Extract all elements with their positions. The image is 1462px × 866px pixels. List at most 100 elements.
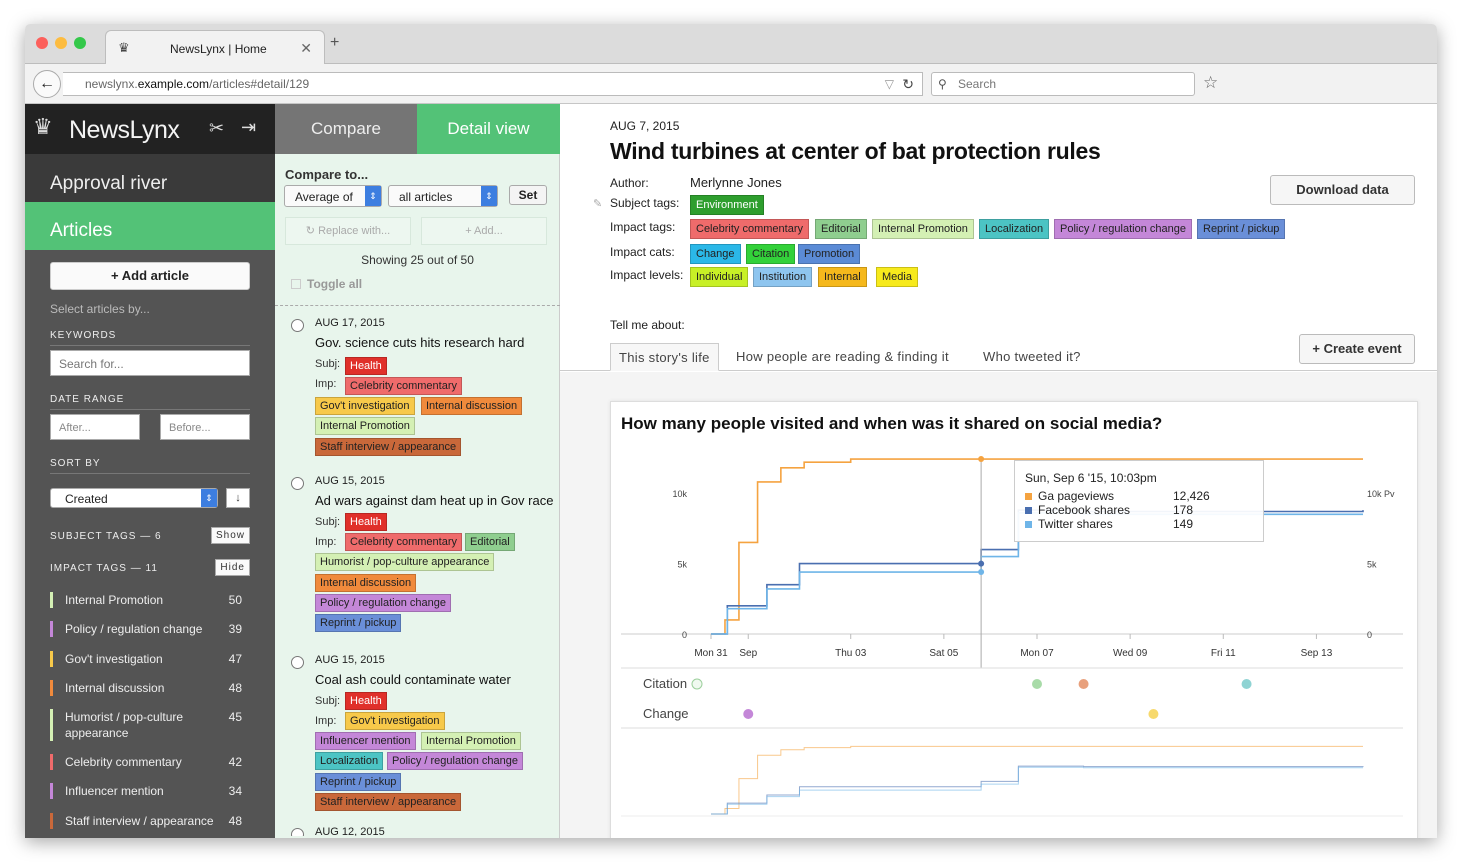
- tab-compare[interactable]: Compare: [275, 104, 417, 154]
- download-data-button[interactable]: Download data: [1270, 175, 1415, 205]
- impact-tag[interactable]: Celebrity commentary: [690, 219, 809, 239]
- subject-tag[interactable]: Health: [345, 357, 387, 375]
- nav-approval-river[interactable]: Approval river: [25, 154, 275, 202]
- browser-tab[interactable]: ♛ NewsLynx | Home ✕: [105, 30, 325, 64]
- impact-tag[interactable]: Staff interview / appearance: [315, 793, 462, 811]
- impact-tag[interactable]: Internal discussion: [421, 397, 523, 415]
- impact-tag-facet[interactable]: Internal discussion 48: [50, 680, 250, 696]
- date-after-input[interactable]: After...: [50, 414, 140, 440]
- tooltip-title: Sun, Sep 6 '15, 10:03pm: [1025, 471, 1157, 485]
- impact-level-tag[interactable]: Media: [876, 267, 918, 287]
- toggle-all-checkbox[interactable]: Toggle all: [291, 277, 362, 291]
- impact-tag[interactable]: Reprint / pickup: [315, 773, 402, 791]
- impact-tag[interactable]: Internal discussion: [315, 574, 417, 592]
- settings-tools-icon[interactable]: ✂: [209, 118, 224, 139]
- impact-tag[interactable]: Gov't investigation: [315, 397, 415, 415]
- impact-cat-tag[interactable]: Change: [690, 244, 741, 264]
- bookmark-star-icon[interactable]: ☆: [1203, 73, 1218, 93]
- tab-detail-view[interactable]: Detail view: [417, 104, 560, 154]
- impact-tag[interactable]: Editorial: [815, 219, 867, 239]
- article-item[interactable]: AUG 15, 2015 Coal ash could contaminate w…: [275, 654, 560, 811]
- browser-search-input[interactable]: ⚲ Search: [931, 72, 1195, 96]
- new-tab-icon[interactable]: +: [330, 34, 339, 52]
- impact-tag-facet[interactable]: Gov't investigation 47: [50, 651, 250, 667]
- impact-tag-facet[interactable]: Policy / regulation change 39: [50, 621, 242, 637]
- impact-tag-facet[interactable]: Internal Promotion 50: [50, 592, 250, 608]
- impact-tag[interactable]: Internal Promotion: [315, 417, 415, 435]
- impact-tag[interactable]: Policy / regulation change: [315, 594, 451, 612]
- maximize-window-button[interactable]: [74, 37, 86, 49]
- impact-tag[interactable]: Internal Promotion: [421, 732, 521, 750]
- impact-tag[interactable]: Celebrity commentary: [345, 533, 462, 551]
- tab-story-life[interactable]: This story's life: [610, 343, 719, 371]
- impact-tag-facet[interactable]: Staff interview / appearance 48: [50, 813, 242, 829]
- impact-tag[interactable]: Editorial: [465, 533, 515, 551]
- impact-level-tag[interactable]: Institution: [753, 267, 813, 287]
- impact-level-tag[interactable]: Individual: [690, 267, 749, 287]
- impact-level-tag[interactable]: Internal: [818, 267, 867, 287]
- logout-icon[interactable]: ⇥: [241, 117, 256, 138]
- compare-set-select[interactable]: all articles ⇕: [388, 185, 498, 207]
- subject-tag[interactable]: Health: [345, 692, 387, 710]
- select-radio[interactable]: [291, 828, 304, 836]
- impact-tag[interactable]: Internal Promotion: [872, 219, 974, 239]
- impact-tag[interactable]: Staff interview / appearance: [315, 438, 462, 456]
- impact-tag-facet[interactable]: Influencer mention 34: [50, 783, 250, 799]
- impact-tag[interactable]: Policy / regulation change: [1054, 219, 1192, 239]
- sort-select[interactable]: Created ⇕: [50, 488, 218, 508]
- keyword-search-input[interactable]: Search for...: [50, 350, 250, 376]
- create-event-button[interactable]: + Create event: [1299, 334, 1415, 364]
- tab-title: NewsLynx | Home: [170, 42, 267, 56]
- edit-pencil-icon[interactable]: ✎: [593, 197, 602, 210]
- brand-header: ♛ NewsLynx ✂ ⇥: [25, 104, 275, 154]
- article-item[interactable]: AUG 17, 2015 Gov. science cuts hits resea…: [275, 317, 560, 467]
- impact-tag[interactable]: Localization: [979, 219, 1050, 239]
- set-button[interactable]: Set: [509, 185, 547, 205]
- impact-tag[interactable]: Policy / regulation change: [387, 752, 523, 770]
- subject-tags-show-button[interactable]: Show: [210, 527, 250, 544]
- replace-with-button[interactable]: ↻ Replace with...: [285, 217, 411, 245]
- sort-direction-button[interactable]: ↓: [226, 488, 250, 508]
- tab-reading-finding[interactable]: How people are reading & finding it: [728, 343, 957, 371]
- impact-tag[interactable]: Celebrity commentary: [345, 377, 462, 395]
- nav-articles[interactable]: Articles: [25, 202, 275, 250]
- close-tab-icon[interactable]: ✕: [300, 40, 312, 57]
- impact-tags-hide-button[interactable]: Hide: [215, 559, 250, 576]
- date-before-input[interactable]: Before...: [160, 414, 250, 440]
- browser-tabbar: ♛ NewsLynx | Home ✕ +: [25, 24, 1437, 64]
- overview-series-line: [711, 766, 1363, 815]
- article-date: AUG 15, 2015: [315, 475, 385, 487]
- select-radio[interactable]: [291, 656, 304, 669]
- tab-who-tweeted[interactable]: Who tweeted it?: [975, 343, 1089, 371]
- url-host: example.com: [137, 77, 210, 91]
- select-radio[interactable]: [291, 477, 304, 490]
- back-button[interactable]: ←: [33, 70, 61, 98]
- dropdown-icon[interactable]: ▽: [885, 73, 894, 95]
- impact-cat-tag[interactable]: Citation: [746, 244, 796, 264]
- add-compare-button[interactable]: + Add...: [421, 217, 547, 245]
- select-radio[interactable]: [291, 319, 304, 332]
- impact-cat-tag[interactable]: Promotion: [798, 244, 861, 264]
- impact-tag-facet[interactable]: Celebrity commentary 42: [50, 754, 250, 770]
- impact-tag[interactable]: Gov't investigation: [345, 712, 445, 730]
- reload-icon[interactable]: ↻: [902, 73, 914, 95]
- address-bar[interactable]: newslynx.example.com/articles#detail/129…: [63, 72, 923, 96]
- compare-metric-select[interactable]: Average of ⇕: [284, 185, 382, 207]
- article-title: Ad wars against dam heat up in Gov race: [315, 493, 554, 508]
- add-article-button[interactable]: + Add article: [50, 262, 250, 290]
- impact-tag-label: Humorist / pop-culture appearance: [65, 710, 184, 740]
- impact-tag[interactable]: Influencer mention: [315, 732, 416, 750]
- tooltip-series-name: Twitter shares: [1038, 517, 1113, 531]
- close-window-button[interactable]: [36, 37, 48, 49]
- impact-tag[interactable]: Reprint / pickup: [1197, 219, 1286, 239]
- impact-tag[interactable]: Localization: [315, 752, 384, 770]
- impact-tag[interactable]: Reprint / pickup: [315, 614, 402, 632]
- article-item[interactable]: AUG 15, 2015 Ad wars against dam heat up …: [275, 475, 560, 632]
- divider: [275, 305, 560, 306]
- subject-tag[interactable]: Health: [345, 513, 387, 531]
- article-item[interactable]: AUG 12, 2015: [275, 826, 560, 836]
- minimize-window-button[interactable]: [55, 37, 67, 49]
- subject-tag[interactable]: Environment: [690, 195, 764, 215]
- impact-tag-facet[interactable]: Humorist / pop-culture appearance 45: [50, 709, 242, 741]
- impact-tag[interactable]: Humorist / pop-culture appearance: [315, 553, 495, 571]
